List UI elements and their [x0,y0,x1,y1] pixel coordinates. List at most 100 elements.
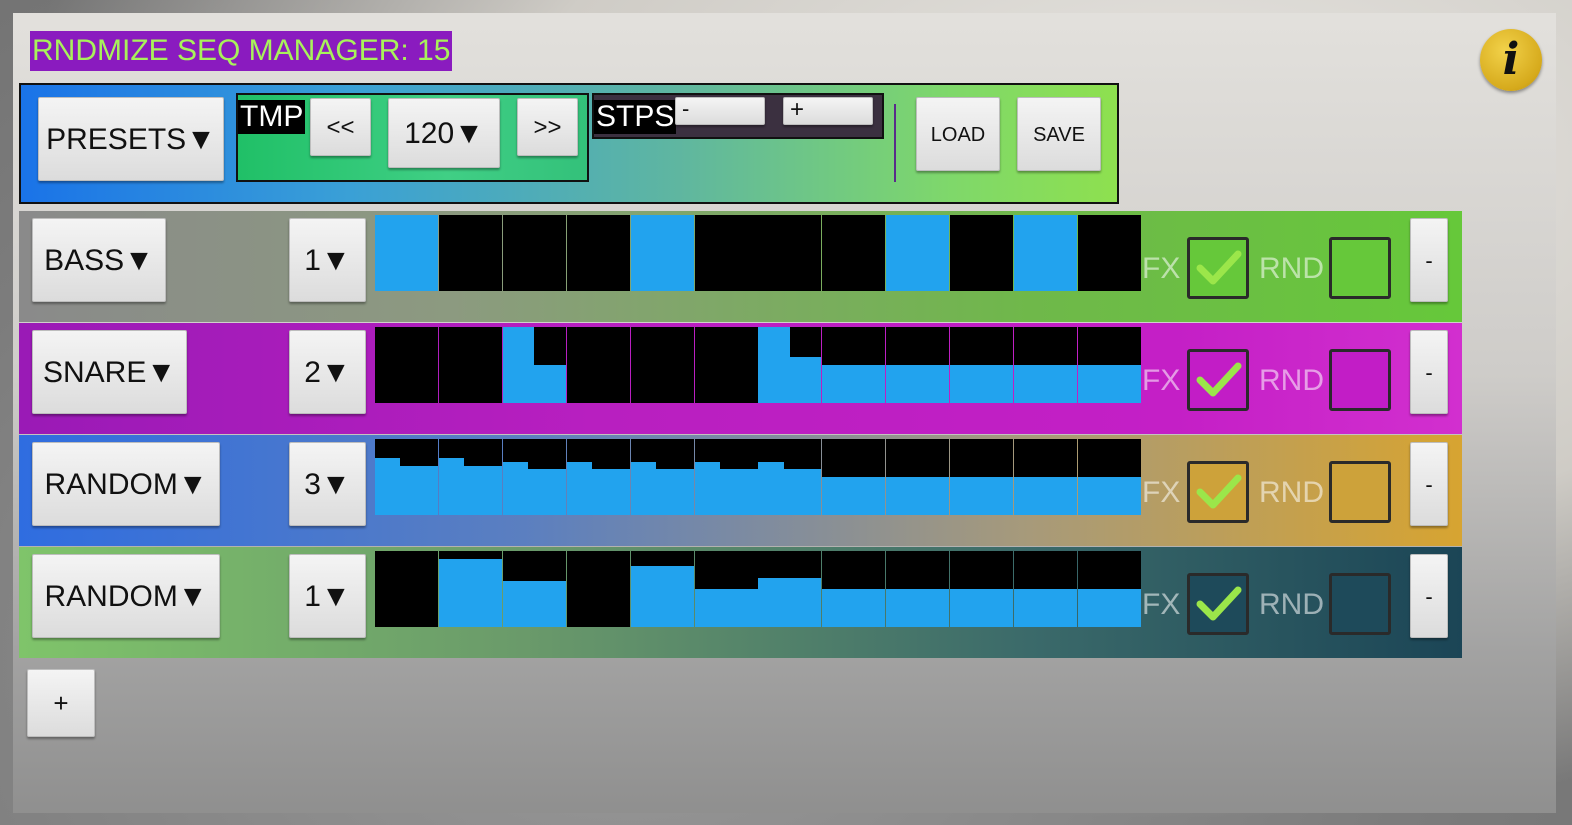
step-cell[interactable] [694,215,758,291]
step-cell[interactable] [438,327,502,403]
remove-track-button[interactable]: - [1410,218,1448,302]
step-cell[interactable] [566,551,630,627]
step-cell[interactable] [1077,215,1141,291]
step-cell[interactable] [950,551,1014,627]
step-cell[interactable] [886,439,950,515]
rnd-checkbox[interactable] [1329,573,1391,635]
step-cell[interactable] [375,215,438,291]
step-level [502,581,566,627]
track-instrument-select[interactable]: RANDOM▼ [32,554,220,638]
step-cell[interactable] [502,215,566,291]
steps-minus-button[interactable]: - [675,97,765,125]
step-level [822,589,886,627]
step-level [783,469,822,515]
step-cell[interactable] [758,439,822,515]
rnd-label: RND [1259,364,1324,397]
step-level [1014,477,1077,515]
rnd-checkbox[interactable] [1329,461,1391,523]
step-level [886,365,950,403]
step-grid [375,215,1141,291]
step-cell[interactable] [566,439,630,515]
step-cell[interactable] [758,327,822,403]
remove-track-button[interactable]: - [1410,442,1448,526]
step-cell[interactable] [758,551,822,627]
fx-checkbox[interactable] [1187,573,1249,635]
track-channel-select[interactable]: 1▼ [289,554,366,638]
step-level [789,357,822,403]
step-cell[interactable] [822,215,886,291]
step-cell[interactable] [1014,215,1077,291]
step-level [438,558,502,627]
step-cell[interactable] [438,439,502,515]
step-cell[interactable] [694,439,758,515]
step-cell[interactable] [950,215,1014,291]
step-cell[interactable] [1014,439,1077,515]
tempo-select[interactable]: 120▼ [388,98,500,168]
tempo-label: TMP [238,100,306,134]
checkmark-icon [1196,586,1242,621]
step-cell[interactable] [1077,327,1141,403]
track-channel-select[interactable]: 3▼ [289,442,366,526]
step-cell[interactable] [438,551,502,627]
remove-track-button[interactable]: - [1410,330,1448,414]
step-cell[interactable] [694,551,758,627]
add-track-button[interactable]: + [27,669,95,737]
step-cell[interactable] [886,551,950,627]
step-cell[interactable] [438,215,502,291]
load-button[interactable]: LOAD [916,97,1000,171]
step-cell[interactable] [502,327,566,403]
step-cell[interactable] [822,327,886,403]
step-cell[interactable] [375,439,438,515]
step-cell[interactable] [694,327,758,403]
step-cell[interactable] [758,215,822,291]
step-grid [375,439,1141,515]
step-cell[interactable] [886,215,950,291]
step-cell[interactable] [822,439,886,515]
step-cell[interactable] [1014,551,1077,627]
remove-track-button[interactable]: - [1410,554,1448,638]
step-cell[interactable] [1014,327,1077,403]
step-cell[interactable] [566,327,630,403]
step-cell[interactable] [502,551,566,627]
step-level [694,461,720,515]
presets-button[interactable]: PRESETS▼ [38,97,224,181]
steps-plus-button[interactable]: + [783,97,873,125]
step-cell[interactable] [630,551,694,627]
track-instrument-select[interactable]: BASS▼ [32,218,166,302]
track-instrument-select[interactable]: SNARE▼ [32,330,187,414]
track-instrument-select[interactable]: RANDOM▼ [32,442,220,526]
fx-label: FX [1142,588,1181,621]
save-button[interactable]: SAVE [1017,97,1101,171]
info-icon[interactable]: i [1480,29,1542,91]
tempo-decrease-button[interactable]: << [310,98,371,156]
step-cell[interactable] [502,439,566,515]
step-cell[interactable] [822,551,886,627]
step-cell[interactable] [375,327,438,403]
fx-label: FX [1142,252,1181,285]
step-cell[interactable] [886,327,950,403]
track-channel-select[interactable]: 2▼ [289,330,366,414]
track-channel-select[interactable]: 1▼ [289,218,366,302]
fx-checkbox[interactable] [1187,349,1249,411]
step-level [591,469,630,515]
step-cell[interactable] [566,215,630,291]
step-cell[interactable] [1077,551,1141,627]
step-cell[interactable] [950,327,1014,403]
track-row: RANDOM▼ 3▼ FX RND - [19,435,1462,546]
checkmark-icon [1196,474,1242,509]
tempo-increase-button[interactable]: >> [517,98,578,156]
step-cell[interactable] [630,215,694,291]
fx-checkbox[interactable] [1187,461,1249,523]
step-level [502,327,535,403]
step-level [630,566,694,627]
track-row: SNARE▼ 2▼ FX RND - [19,323,1462,434]
step-cell[interactable] [1077,439,1141,515]
step-cell[interactable] [630,439,694,515]
rnd-checkbox[interactable] [1329,237,1391,299]
step-cell[interactable] [630,327,694,403]
fx-checkbox[interactable] [1187,237,1249,299]
step-level [502,461,528,515]
step-cell[interactable] [950,439,1014,515]
rnd-checkbox[interactable] [1329,349,1391,411]
step-cell[interactable] [375,551,438,627]
